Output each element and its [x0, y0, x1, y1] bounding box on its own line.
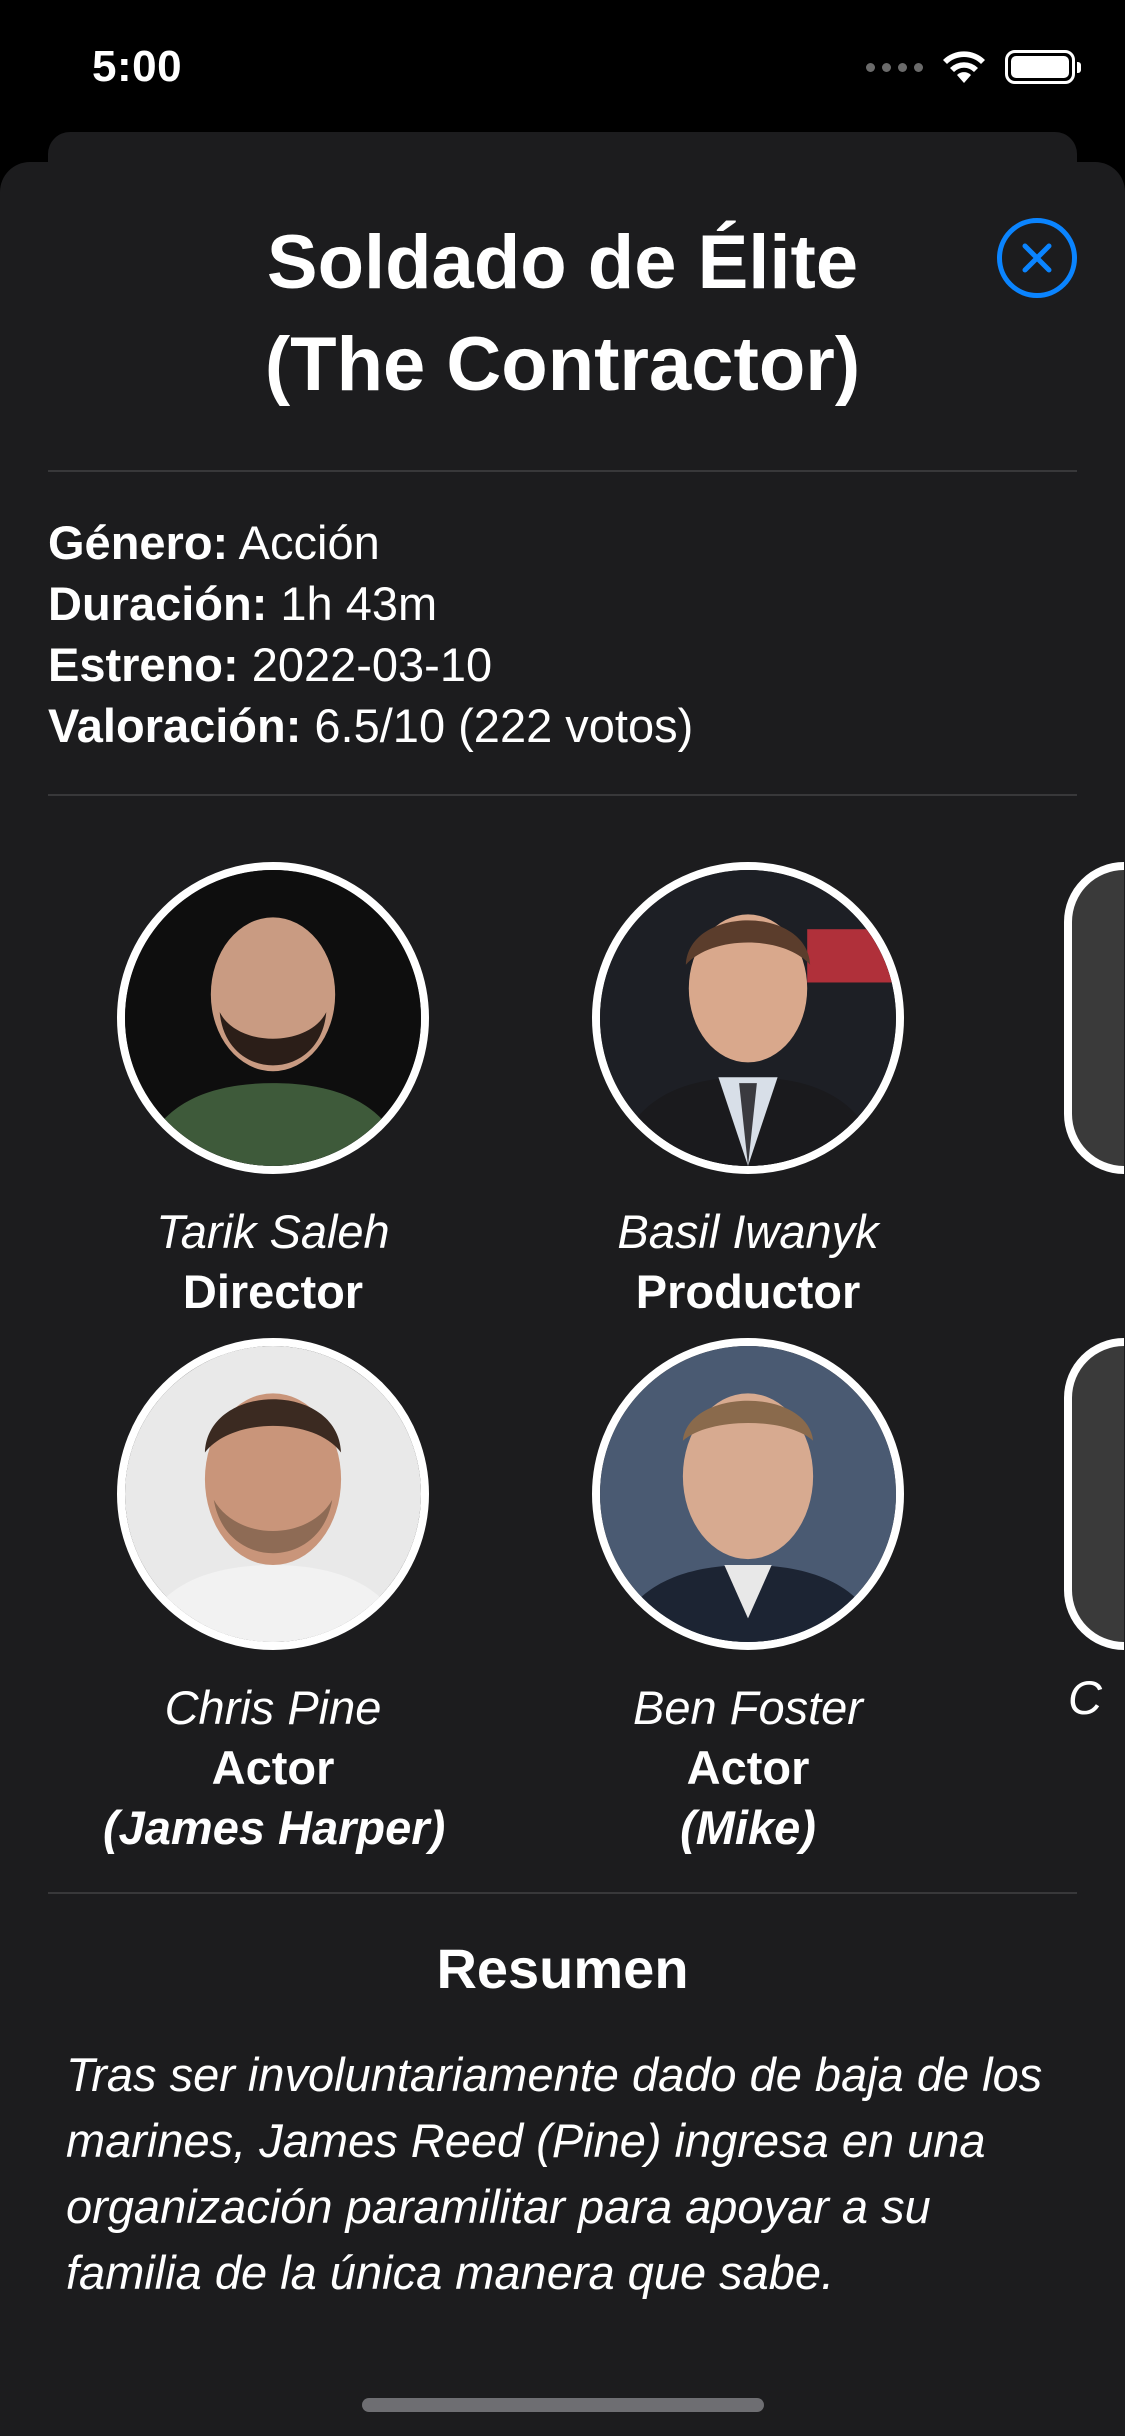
cast-card-ben-foster[interactable]: Ben Foster Actor (Mike) [578, 1338, 918, 1858]
movie-title: Soldado de Élite (The Contractor) [0, 212, 1125, 416]
crew-role: Productor [635, 1265, 861, 1318]
avatar [117, 862, 429, 1174]
cast-role: Actor [686, 1741, 810, 1794]
genre-label: Género: [48, 516, 229, 569]
genre-row: Género: Acción [48, 512, 693, 573]
person-photo [600, 870, 896, 1166]
crew-name: Tarik Saleh [156, 1205, 390, 1258]
person-photo [125, 870, 421, 1166]
release-row: Estreno: 2022-03-10 [48, 634, 693, 695]
avatar [592, 862, 904, 1174]
rating-value: 6.5/10 (222 votos) [301, 699, 694, 752]
crew-name: Basil Iwanyk [617, 1205, 879, 1258]
partial-cast-name: C [1068, 1671, 1102, 1724]
release-value: 2022-03-10 [238, 638, 493, 691]
divider-summary [48, 1892, 1077, 1894]
partial-avatar-offscreen[interactable] [1064, 862, 1124, 1174]
divider-info [48, 794, 1077, 796]
movie-title-line1: Soldado de Élite [266, 220, 859, 305]
movie-detail-sheet: Soldado de Élite (The Contractor) Género… [0, 162, 1125, 2436]
duration-label: Duración: [48, 577, 268, 630]
battery-icon [1005, 50, 1081, 84]
divider-top [48, 470, 1077, 472]
status-time: 5:00 [92, 42, 183, 91]
crew-card-producer[interactable]: Basil Iwanyk Productor [578, 862, 918, 1322]
person-photo [125, 1346, 421, 1642]
status-bar: 5:00 [0, 0, 1125, 140]
close-icon [1022, 243, 1052, 273]
movie-title-line2: (The Contractor) [264, 322, 861, 407]
home-indicator[interactable] [362, 2398, 764, 2412]
movie-info: Género: Acción Duración: 1h 43m Estreno:… [48, 512, 693, 756]
duration-value: 1h 43m [267, 577, 438, 630]
cast-character: (James Harper) [103, 1801, 446, 1854]
summary-heading: Resumen [436, 1937, 689, 2000]
cast-name: Ben Foster [633, 1681, 863, 1734]
cast-role: Actor [211, 1741, 335, 1794]
duration-row: Duración: 1h 43m [48, 573, 693, 634]
cast-name: Chris Pine [164, 1681, 382, 1734]
rating-row: Valoración: 6.5/10 (222 votos) [48, 695, 693, 756]
crew-card-director[interactable]: Tarik Saleh Director [103, 862, 443, 1322]
cast-card-chris-pine[interactable]: Chris Pine Actor (James Harper) [103, 1338, 446, 1858]
cellular-signal-icon [866, 62, 923, 72]
cast-character: (Mike) [680, 1801, 816, 1854]
genre-value: Acción [228, 516, 380, 569]
status-icons [866, 50, 1081, 84]
avatar [592, 1338, 904, 1650]
avatar [117, 1338, 429, 1650]
rating-label: Valoración: [48, 699, 302, 752]
crew-role: Director [182, 1265, 364, 1318]
release-label: Estreno: [48, 638, 239, 691]
person-photo [600, 1346, 896, 1642]
partial-avatar-offscreen[interactable] [1064, 1338, 1124, 1650]
summary-text: Tras ser involuntariamente dado de baja … [66, 2048, 1043, 2299]
wifi-icon [943, 51, 985, 83]
close-button[interactable] [997, 218, 1077, 298]
